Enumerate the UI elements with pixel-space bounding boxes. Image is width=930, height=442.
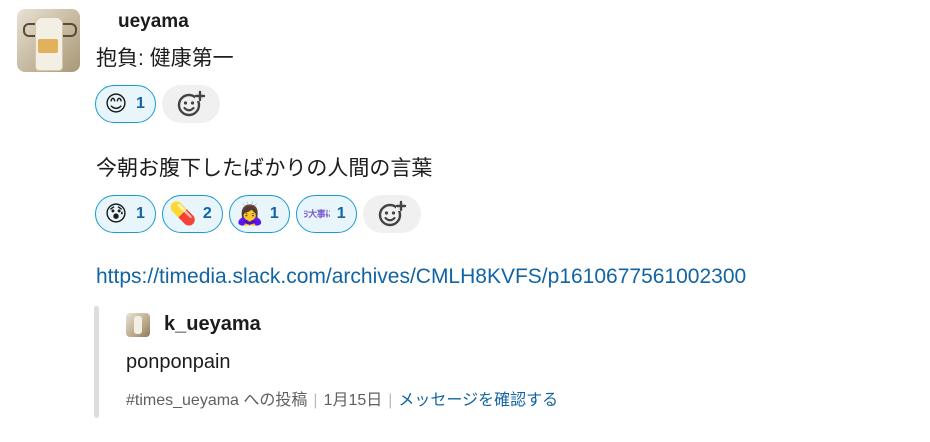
meta-separator: | — [313, 392, 318, 409]
quote-meta: #times_ueyama への投稿 | 1月15日 | メッセージを確認する — [126, 390, 558, 412]
reaction-count: 2 — [202, 205, 212, 222]
reaction-count: 1 — [336, 205, 346, 222]
quote-avatar[interactable] — [126, 313, 150, 337]
reaction-count: 1 — [269, 205, 279, 222]
reaction-odaijini[interactable]: お大事に 1 — [295, 195, 357, 233]
quote-channel-link[interactable]: #times_ueyama への投稿 — [126, 392, 307, 409]
smiling-face-icon: 😊 — [104, 91, 128, 116]
message-text-line1: 抱負: 健康第一 — [96, 47, 234, 70]
reaction-count: 1 — [136, 205, 145, 222]
meta-separator: | — [388, 392, 393, 409]
quote-bar — [94, 306, 99, 418]
woman-bowing-icon: 🙇‍♀️ — [236, 201, 264, 226]
reaction-bar-2: 😰 1 💊 2 🙇‍♀️ 1 お大事に 1 — [95, 195, 421, 233]
user-avatar[interactable] — [17, 9, 80, 72]
pill-icon: 💊 — [169, 201, 197, 226]
reaction-pill[interactable]: 💊 2 — [161, 195, 223, 233]
anxious-face-with-sweat-icon: 😰 — [104, 201, 128, 226]
message-username[interactable]: ueyama — [118, 9, 189, 35]
quote-date[interactable]: 1月15日 — [324, 392, 383, 409]
reaction-woman-bowing[interactable]: 🙇‍♀️ 1 — [228, 195, 290, 233]
reaction-count: 1 — [136, 95, 145, 112]
reaction-anxious-face[interactable]: 😰 1 — [95, 195, 156, 233]
add-reaction-button[interactable] — [362, 195, 421, 233]
reaction-smiling-face[interactable]: 😊 1 — [95, 85, 156, 123]
quote-avatar-bottle-shape — [134, 316, 142, 334]
message-text-line2: 今朝お腹下したばかりの人間の言葉 — [96, 157, 433, 180]
quote-username[interactable]: k_ueyama — [164, 311, 261, 337]
avatar-label-shape — [38, 39, 58, 53]
odaijini-custom-emoji-icon: お大事に — [303, 208, 330, 219]
view-message-link[interactable]: メッセージを確認する — [398, 392, 558, 409]
add-reaction-button[interactable] — [161, 85, 220, 123]
add-reaction-icon — [378, 200, 406, 227]
add-reaction-icon — [177, 90, 206, 117]
message-link[interactable]: https://timedia.slack.com/archives/CMLH8… — [96, 263, 746, 291]
reaction-bar-1: 😊 1 — [95, 85, 220, 123]
quote-text: ponponpain — [126, 351, 231, 373]
